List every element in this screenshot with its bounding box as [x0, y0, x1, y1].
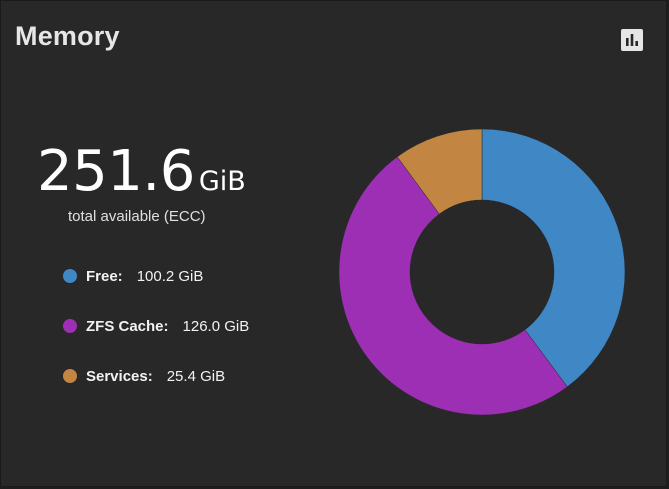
legend-dot-services — [63, 369, 77, 383]
legend-label: Free: — [86, 267, 123, 285]
bar-chart-icon — [621, 29, 643, 51]
legend-value: 100.2 GiB — [136, 267, 204, 285]
total-unit: GiB — [198, 166, 246, 197]
total-memory: 251.6 GiB — [37, 139, 257, 204]
legend-label: Services: — [86, 367, 153, 385]
legend-value: 25.4 GiB — [166, 367, 226, 385]
memory-legend: Free: 100.2 GiB ZFS Cache: 126.0 GiB Ser… — [63, 265, 249, 415]
report-button[interactable] — [620, 28, 644, 52]
legend-label: ZFS Cache: — [86, 317, 169, 335]
memory-donut-chart — [338, 128, 626, 416]
memory-card: Memory 251.6 GiB total available (ECC) Fr… — [0, 0, 667, 487]
card-title: Memory — [15, 21, 120, 51]
legend-dot-zfs-cache — [63, 319, 77, 333]
legend-item-free: Free: 100.2 GiB — [63, 265, 249, 287]
total-value: 251.6 — [37, 139, 195, 204]
legend-item-zfs-cache: ZFS Cache: 126.0 GiB — [63, 315, 249, 337]
legend-item-services: Services: 25.4 GiB — [63, 365, 249, 387]
legend-value: 126.0 GiB — [182, 317, 250, 335]
legend-dot-free — [63, 269, 77, 283]
total-caption: total available (ECC) — [68, 208, 206, 225]
